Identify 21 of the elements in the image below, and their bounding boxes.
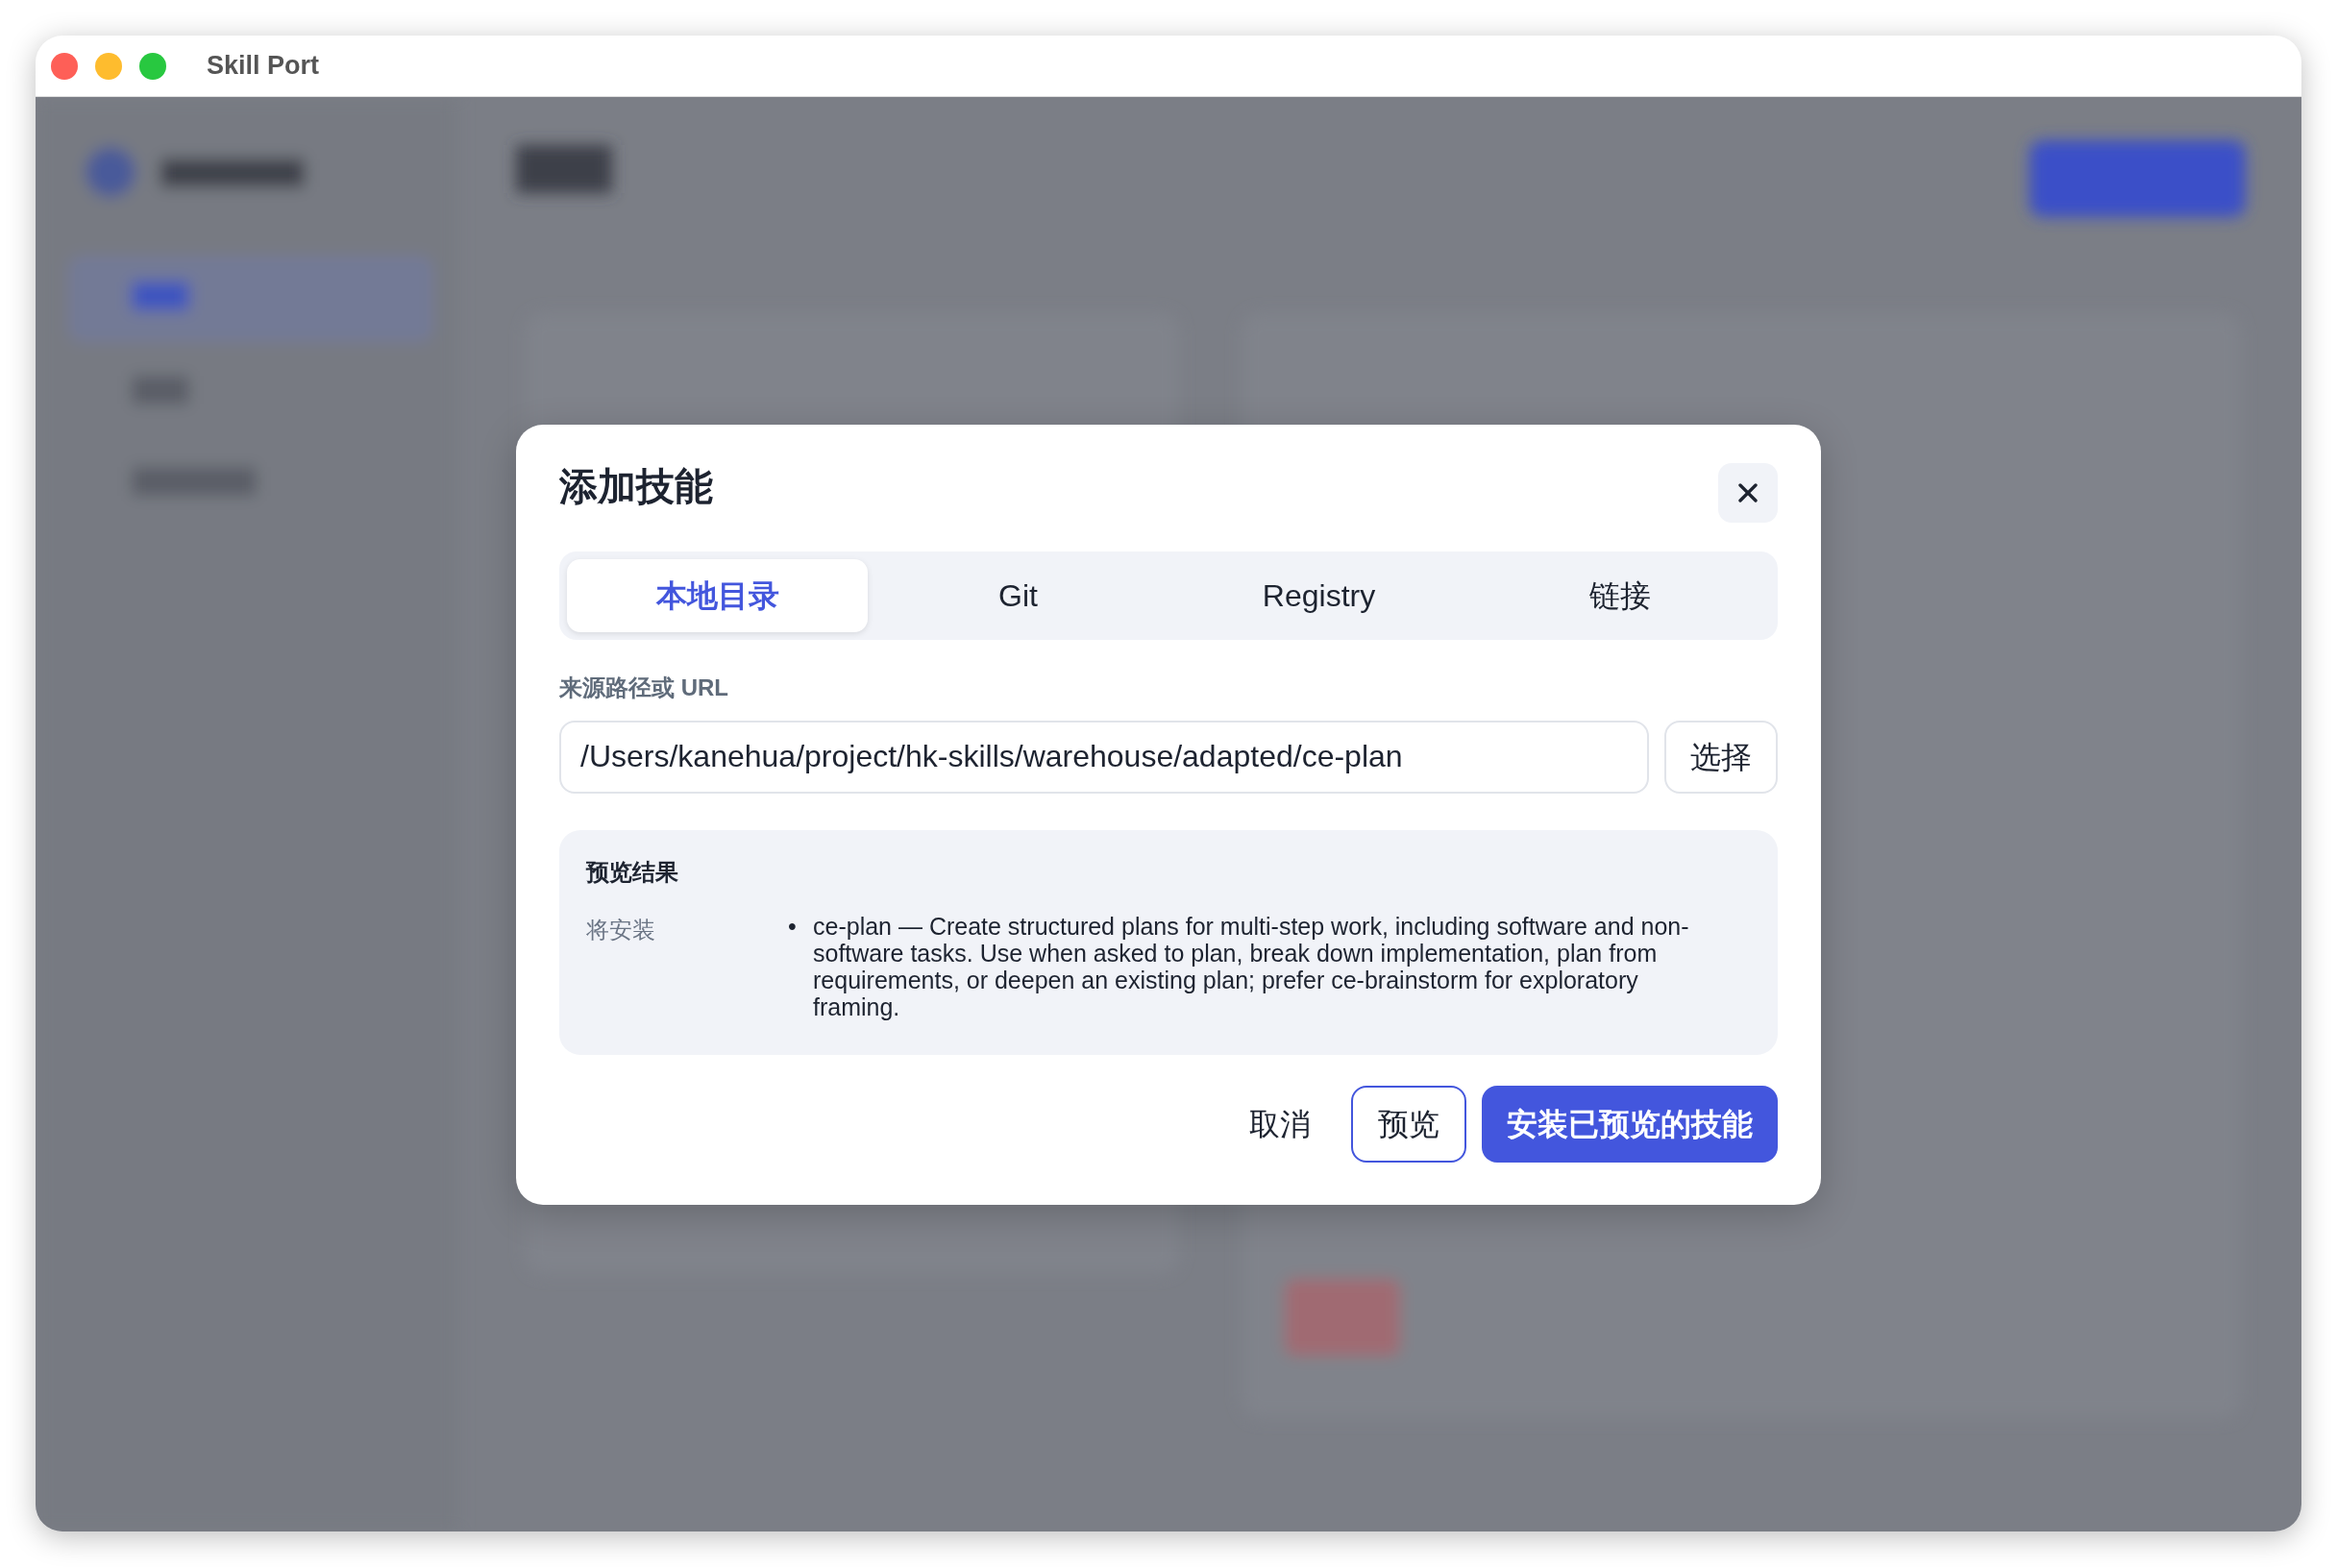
minimize-window-icon[interactable]	[95, 52, 122, 80]
skill-description: ce-plan — Create structured plans for multi-step work, including software and non-software tasks. Use when asked to plan, break down implementation, plan from requirements, or deepen an existing plan; prefer ce-brainstorm for exploratory framing.	[813, 912, 1690, 1020]
close-icon	[1736, 480, 1759, 504]
dialog-title: 添加技能	[559, 463, 713, 509]
preview-button[interactable]: 预览	[1351, 1085, 1466, 1163]
tab[interactable]: Git	[868, 558, 1168, 632]
tab[interactable]: 链接	[1469, 558, 1770, 632]
cancel-button[interactable]: 取消	[1224, 1085, 1336, 1163]
path-input-field[interactable]: /Users/kanehua/project/hk-skills/warehouse/adapted/ce-plan	[559, 720, 1649, 794]
field-label: 来源路径或 URL	[559, 673, 729, 702]
choose-button[interactable]: 选择	[1664, 720, 1778, 794]
tab[interactable]: Registry	[1168, 558, 1469, 632]
zoom-window-icon[interactable]	[139, 52, 166, 80]
row-label: 将安装	[586, 915, 656, 944]
bullet: •	[788, 912, 798, 942]
tab[interactable]: 本地目录	[567, 558, 868, 632]
install-button[interactable]: 安装已预览的技能	[1482, 1085, 1778, 1163]
close-window-icon[interactable]	[51, 52, 78, 80]
close-button[interactable]	[1718, 462, 1778, 523]
window-title: Skill Port	[207, 50, 320, 83]
preview-title: 预览结果	[586, 857, 679, 887]
